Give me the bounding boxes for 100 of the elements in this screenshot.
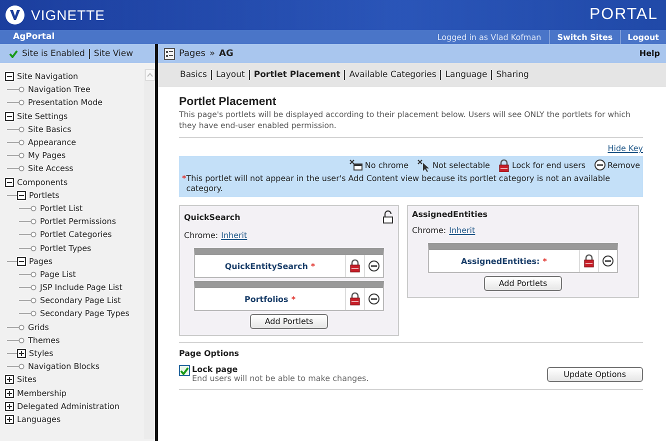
expand-icon[interactable] — [5, 402, 14, 411]
collapse-icon[interactable] — [5, 72, 14, 82]
tree-item[interactable]: Membership — [17, 388, 66, 398]
remove-icon[interactable] — [602, 255, 614, 267]
collapse-icon[interactable] — [5, 112, 14, 121]
leaf-connector-icon — [19, 296, 37, 306]
leaf-connector-icon — [7, 138, 25, 148]
cursor-icon — [416, 159, 431, 172]
leaf-connector-icon — [7, 98, 25, 108]
tab[interactable]: Layout — [210, 70, 249, 80]
key-note: This portlet will not appear in the user's Add Content view because its portlet category is not an available category. — [186, 174, 612, 194]
lock-icon[interactable] — [349, 259, 361, 273]
tree-item[interactable]: Secondary Page Types — [40, 309, 130, 318]
leaf-connector-icon — [7, 322, 25, 332]
site-name: AgPortal — [13, 32, 55, 42]
portlet-name: QuickEntitySearch — [224, 262, 308, 270]
help-link[interactable]: Help — [639, 49, 660, 58]
no-chrome-icon — [348, 159, 363, 172]
leaf-connector-icon — [19, 283, 37, 292]
tree-item[interactable]: Sites — [17, 375, 37, 384]
site-view-link[interactable]: Site View — [88, 48, 134, 58]
tree-item[interactable]: Site Basics — [28, 124, 72, 134]
leaf-connector-icon — [19, 217, 37, 226]
key-label: Lock for end users — [512, 161, 586, 170]
chrome-link[interactable]: Inherit — [221, 231, 248, 240]
section-title: Portlet Placement — [179, 96, 278, 108]
asterisk: * — [182, 174, 186, 185]
expand-icon[interactable] — [5, 414, 14, 424]
lock-icon[interactable] — [349, 292, 361, 306]
add-portlets-button[interactable]: Add Portlets — [250, 314, 328, 329]
section-title: Page Options — [179, 349, 240, 358]
breadcrumb-separator: » — [209, 48, 215, 58]
breadcrumb-item[interactable]: AG — [219, 48, 234, 58]
tab[interactable]: Basics — [176, 70, 211, 80]
tree-item[interactable]: Appearance — [28, 138, 76, 148]
portlet-name: Portfolios — [244, 294, 288, 304]
checkbox[interactable] — [179, 365, 190, 376]
asterisk: * — [291, 294, 296, 304]
leaf-connector-icon — [7, 164, 25, 174]
tree-item[interactable]: Styles — [29, 349, 54, 358]
zone-title: QuickSearch — [184, 212, 240, 222]
leaf-connector-icon — [7, 362, 25, 372]
portlet-name: AssignedEntities: — [461, 256, 540, 266]
leaf-connector-icon — [19, 244, 37, 253]
asterisk: * — [542, 256, 547, 266]
tree-item[interactable]: Portlet List — [40, 204, 83, 213]
tab[interactable]: Sharing — [491, 70, 533, 80]
tab[interactable]: Portlet Placement — [248, 70, 344, 80]
leaf-connector-icon — [7, 124, 25, 134]
tree-item[interactable]: Components — [17, 178, 68, 187]
tree-item[interactable]: Navigation Blocks — [28, 362, 100, 372]
leaf-connector-icon — [19, 204, 37, 213]
tree-item[interactable]: Portlets — [29, 190, 60, 200]
tree-item[interactable]: Site Navigation — [17, 72, 78, 82]
expand-icon[interactable] — [17, 349, 26, 358]
update-options-button[interactable]: Update Options — [546, 366, 643, 382]
remove-icon[interactable] — [368, 260, 380, 272]
tree-item[interactable]: Languages — [17, 414, 61, 424]
leaf-connector-icon — [7, 151, 25, 160]
tree-item[interactable]: My Pages — [28, 151, 66, 160]
lock-icon[interactable] — [583, 254, 595, 268]
hide-key-link[interactable]: Hide Key — [608, 144, 643, 153]
tree-item[interactable]: Presentation Mode — [28, 98, 103, 108]
check-icon — [180, 366, 189, 374]
leaf-connector-icon — [7, 336, 25, 345]
chrome-label: Chrome: — [184, 231, 218, 240]
tree-item[interactable]: Navigation Tree — [28, 85, 90, 94]
collapse-icon[interactable] — [5, 178, 14, 187]
scrollbar[interactable] — [144, 69, 155, 439]
unlocked-icon[interactable] — [382, 210, 394, 224]
page-icon — [164, 48, 175, 60]
tree-item[interactable]: Page List — [40, 270, 76, 279]
tree-item[interactable]: Pages — [29, 256, 53, 266]
collapse-icon[interactable] — [17, 190, 26, 200]
leaf-connector-icon — [19, 309, 37, 318]
breadcrumb-item[interactable]: Pages — [179, 48, 206, 58]
status-text: Site is Enabled — [22, 48, 85, 58]
leaf-connector-icon — [19, 230, 37, 240]
tree-item[interactable]: Portlet Categories — [40, 230, 112, 240]
expand-icon[interactable] — [5, 375, 14, 384]
tree-item[interactable]: Site Access — [28, 164, 74, 174]
expand-icon[interactable] — [5, 388, 14, 398]
chrome-link[interactable]: Inherit — [449, 226, 476, 235]
hint-text: End users will not be able to make changes. — [192, 374, 369, 383]
tree-item[interactable]: Secondary Page List — [40, 296, 121, 306]
key-label: Remove — [608, 161, 640, 170]
remove-icon[interactable] — [368, 293, 380, 305]
key-label: No chrome — [364, 161, 409, 170]
tab[interactable]: Language — [440, 70, 492, 80]
tree-item[interactable]: JSP Include Page List — [40, 283, 122, 292]
tree-item[interactable]: Site Settings — [17, 112, 68, 121]
scroll-up-icon — [144, 69, 154, 81]
tree-item[interactable]: Delegated Administration — [17, 402, 120, 411]
collapse-icon[interactable] — [17, 256, 26, 266]
tab[interactable]: Available Categories — [344, 70, 440, 80]
tree-item[interactable]: Grids — [28, 322, 49, 332]
tree-item[interactable]: Themes — [28, 336, 60, 345]
tree-item[interactable]: Portlet Types — [40, 244, 92, 253]
tree-item[interactable]: Portlet Permissions — [40, 217, 116, 226]
add-portlets-button[interactable]: Add Portlets — [484, 276, 562, 291]
